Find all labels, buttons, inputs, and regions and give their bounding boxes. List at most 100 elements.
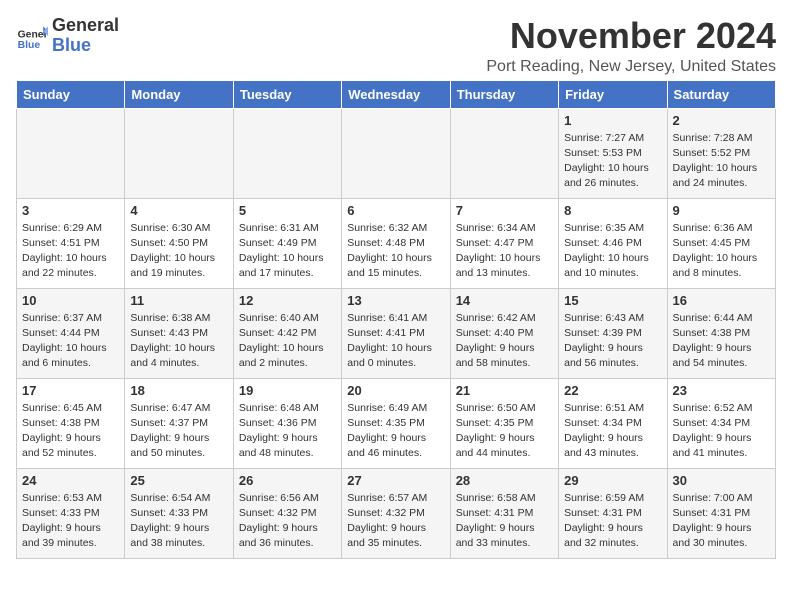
svg-text:Blue: Blue <box>18 40 41 51</box>
cell-info: Sunrise: 6:34 AMSunset: 4:47 PMDaylight:… <box>456 221 553 282</box>
calendar-cell: 8 Sunrise: 6:35 AMSunset: 4:46 PMDaylight… <box>559 198 667 288</box>
calendar-cell: 30Sunrise: 7:00 AMSunset: 4:31 PMDayligh… <box>667 468 775 558</box>
calendar-cell: 1Sunrise: 7:27 AMSunset: 5:53 PMDaylight… <box>559 108 667 198</box>
header-cell-saturday: Saturday <box>667 80 775 108</box>
calendar-cell: 3 Sunrise: 6:29 AMSunset: 4:51 PMDaylight… <box>17 198 125 288</box>
calendar-cell: 12 Sunrise: 6:40 AMSunset: 4:42 PMDayligh… <box>233 288 341 378</box>
day-number: 22 <box>564 383 661 398</box>
cell-info: Sunrise: 6:35 AMSunset: 4:46 PMDaylight:… <box>564 221 661 282</box>
calendar-cell: 9Sunrise: 6:36 AMSunset: 4:45 PMDaylight… <box>667 198 775 288</box>
day-number: 1 <box>564 113 661 128</box>
cell-info: Sunrise: 6:32 AMSunset: 4:48 PMDaylight:… <box>347 221 444 282</box>
cell-info: Sunrise: 6:45 AMSunset: 4:38 PMDaylight:… <box>22 401 119 462</box>
calendar-cell: 18 Sunrise: 6:47 AMSunset: 4:37 PMDayligh… <box>125 378 233 468</box>
calendar-cell <box>17 108 125 198</box>
cell-info: Sunrise: 6:57 AMSunset: 4:32 PMDaylight:… <box>347 491 444 552</box>
calendar-cell: 27 Sunrise: 6:57 AMSunset: 4:32 PMDayligh… <box>342 468 450 558</box>
cell-info: Sunrise: 6:38 AMSunset: 4:43 PMDaylight:… <box>130 311 227 372</box>
day-number: 28 <box>456 473 553 488</box>
logo-general-text: General <box>52 16 119 36</box>
cell-info: Sunrise: 6:52 AMSunset: 4:34 PMDaylight:… <box>673 401 770 462</box>
calendar-cell: 17 Sunrise: 6:45 AMSunset: 4:38 PMDayligh… <box>17 378 125 468</box>
calendar-table: SundayMondayTuesdayWednesdayThursdayFrid… <box>16 80 776 559</box>
day-number: 18 <box>130 383 227 398</box>
subtitle: Port Reading, New Jersey, United States <box>486 58 776 76</box>
day-number: 20 <box>347 383 444 398</box>
cell-info: Sunrise: 6:48 AMSunset: 4:36 PMDaylight:… <box>239 401 336 462</box>
calendar-body: 1Sunrise: 7:27 AMSunset: 5:53 PMDaylight… <box>17 108 776 558</box>
calendar-cell <box>342 108 450 198</box>
day-number: 25 <box>130 473 227 488</box>
day-number: 7 <box>456 203 553 218</box>
calendar-cell: 20 Sunrise: 6:49 AMSunset: 4:35 PMDayligh… <box>342 378 450 468</box>
day-number: 8 <box>564 203 661 218</box>
calendar-cell: 7 Sunrise: 6:34 AMSunset: 4:47 PMDaylight… <box>450 198 558 288</box>
day-number: 17 <box>22 383 119 398</box>
header-cell-monday: Monday <box>125 80 233 108</box>
week-row-0: 1Sunrise: 7:27 AMSunset: 5:53 PMDaylight… <box>17 108 776 198</box>
calendar-cell: 5 Sunrise: 6:31 AMSunset: 4:49 PMDaylight… <box>233 198 341 288</box>
cell-info: Sunrise: 6:30 AMSunset: 4:50 PMDaylight:… <box>130 221 227 282</box>
calendar-cell: 13Sunrise: 6:41 AMSunset: 4:41 PMDayligh… <box>342 288 450 378</box>
day-number: 4 <box>130 203 227 218</box>
month-title: November 2024 <box>486 16 776 56</box>
cell-info: Sunrise: 6:58 AMSunset: 4:31 PMDaylight:… <box>456 491 553 552</box>
cell-info: Sunrise: 6:44 AMSunset: 4:38 PMDaylight:… <box>673 311 770 372</box>
calendar-cell: 19Sunrise: 6:48 AMSunset: 4:36 PMDayligh… <box>233 378 341 468</box>
calendar-cell: 28 Sunrise: 6:58 AMSunset: 4:31 PMDayligh… <box>450 468 558 558</box>
logo-text: General Blue <box>52 16 119 56</box>
day-number: 10 <box>22 293 119 308</box>
day-number: 6 <box>347 203 444 218</box>
day-number: 13 <box>347 293 444 308</box>
header-cell-tuesday: Tuesday <box>233 80 341 108</box>
cell-info: Sunrise: 6:40 AMSunset: 4:42 PMDaylight:… <box>239 311 336 372</box>
day-number: 11 <box>130 293 227 308</box>
cell-info: Sunrise: 6:31 AMSunset: 4:49 PMDaylight:… <box>239 221 336 282</box>
header-row: SundayMondayTuesdayWednesdayThursdayFrid… <box>17 80 776 108</box>
cell-info: Sunrise: 6:37 AMSunset: 4:44 PMDaylight:… <box>22 311 119 372</box>
cell-info: Sunrise: 6:56 AMSunset: 4:32 PMDaylight:… <box>239 491 336 552</box>
day-number: 3 <box>22 203 119 218</box>
day-number: 21 <box>456 383 553 398</box>
day-number: 14 <box>456 293 553 308</box>
cell-info: Sunrise: 6:50 AMSunset: 4:35 PMDaylight:… <box>456 401 553 462</box>
cell-info: Sunrise: 6:43 AMSunset: 4:39 PMDaylight:… <box>564 311 661 372</box>
calendar-cell <box>125 108 233 198</box>
calendar-cell <box>450 108 558 198</box>
cell-info: Sunrise: 6:29 AMSunset: 4:51 PMDaylight:… <box>22 221 119 282</box>
cell-info: Sunrise: 6:47 AMSunset: 4:37 PMDaylight:… <box>130 401 227 462</box>
header-cell-sunday: Sunday <box>17 80 125 108</box>
cell-info: Sunrise: 6:59 AMSunset: 4:31 PMDaylight:… <box>564 491 661 552</box>
day-number: 5 <box>239 203 336 218</box>
cell-info: Sunrise: 6:42 AMSunset: 4:40 PMDaylight:… <box>456 311 553 372</box>
calendar-cell: 11 Sunrise: 6:38 AMSunset: 4:43 PMDayligh… <box>125 288 233 378</box>
calendar-cell: 23 Sunrise: 6:52 AMSunset: 4:34 PMDayligh… <box>667 378 775 468</box>
cell-info: Sunrise: 7:28 AMSunset: 5:52 PMDaylight:… <box>673 131 770 192</box>
calendar-cell <box>233 108 341 198</box>
calendar-cell: 4 Sunrise: 6:30 AMSunset: 4:50 PMDaylight… <box>125 198 233 288</box>
day-number: 27 <box>347 473 444 488</box>
calendar-cell: 24Sunrise: 6:53 AMSunset: 4:33 PMDayligh… <box>17 468 125 558</box>
cell-info: Sunrise: 6:54 AMSunset: 4:33 PMDaylight:… <box>130 491 227 552</box>
calendar-cell: 14 Sunrise: 6:42 AMSunset: 4:40 PMDayligh… <box>450 288 558 378</box>
header-cell-thursday: Thursday <box>450 80 558 108</box>
day-number: 12 <box>239 293 336 308</box>
logo-blue-text: Blue <box>52 36 119 56</box>
calendar-cell: 15Sunrise: 6:43 AMSunset: 4:39 PMDayligh… <box>559 288 667 378</box>
logo: General Blue General Blue <box>16 16 119 56</box>
week-row-2: 10 Sunrise: 6:37 AMSunset: 4:44 PMDayligh… <box>17 288 776 378</box>
cell-info: Sunrise: 6:36 AMSunset: 4:45 PMDaylight:… <box>673 221 770 282</box>
calendar-header: SundayMondayTuesdayWednesdayThursdayFrid… <box>17 80 776 108</box>
header-cell-wednesday: Wednesday <box>342 80 450 108</box>
day-number: 26 <box>239 473 336 488</box>
week-row-1: 3 Sunrise: 6:29 AMSunset: 4:51 PMDaylight… <box>17 198 776 288</box>
calendar-cell: 26 Sunrise: 6:56 AMSunset: 4:32 PMDayligh… <box>233 468 341 558</box>
day-number: 30 <box>673 473 770 488</box>
day-number: 29 <box>564 473 661 488</box>
cell-info: Sunrise: 6:49 AMSunset: 4:35 PMDaylight:… <box>347 401 444 462</box>
logo-icon: General Blue <box>16 20 48 52</box>
header-cell-friday: Friday <box>559 80 667 108</box>
week-row-3: 17 Sunrise: 6:45 AMSunset: 4:38 PMDayligh… <box>17 378 776 468</box>
day-number: 23 <box>673 383 770 398</box>
calendar-cell: 2Sunrise: 7:28 AMSunset: 5:52 PMDaylight… <box>667 108 775 198</box>
